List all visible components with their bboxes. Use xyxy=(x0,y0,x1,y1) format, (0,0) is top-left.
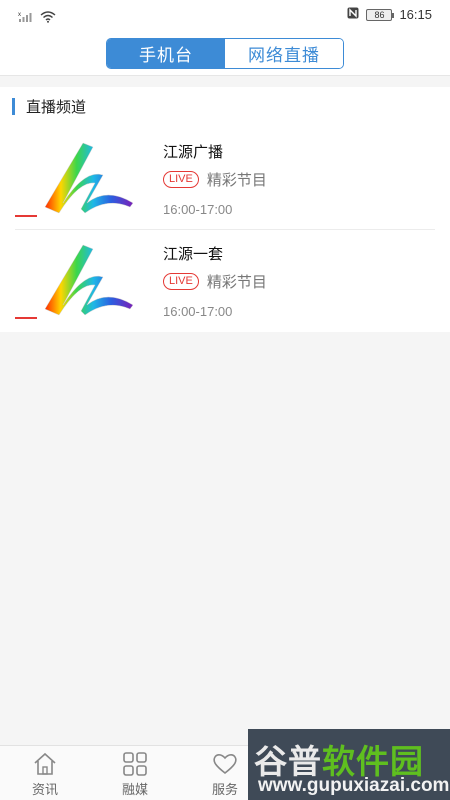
nav-label: 融媒 xyxy=(121,783,148,798)
channel-program: 精彩节目 xyxy=(206,171,267,189)
live-badge: LIVE xyxy=(163,171,199,188)
live-channel-list: 直播频道 江源广播 LIVE 精彩节目 16:00-17:00 江源一套 LIV… xyxy=(0,87,450,332)
grid-icon xyxy=(122,752,148,776)
watermark: 谷普软件园 www.gupuxiazai.com xyxy=(248,729,450,800)
section-accent-bar xyxy=(12,97,15,115)
live-badge: LIVE xyxy=(163,273,199,290)
signal-icon: x xyxy=(18,8,34,27)
battery-icon: 86 xyxy=(366,8,395,21)
nav-item-news[interactable]: 资讯 xyxy=(15,752,75,798)
tab-mobile-station[interactable]: 手机台 xyxy=(107,39,225,68)
channel-program: 精彩节目 xyxy=(206,273,267,291)
nav-item-service[interactable]: 服务 xyxy=(195,752,255,798)
channel-time: 16:00-17:00 xyxy=(163,304,233,319)
channel-title: 江源广播 xyxy=(163,143,224,161)
nav-label: 资讯 xyxy=(31,783,58,798)
section-title: 直播频道 xyxy=(26,97,87,116)
status-time: 16:15 xyxy=(399,7,432,22)
channel-live-row: LIVE 精彩节目 xyxy=(163,169,267,190)
channel-logo xyxy=(15,244,134,319)
tab-online-live[interactable]: 网络直播 xyxy=(225,39,343,68)
svg-text:x: x xyxy=(18,12,21,18)
nav-item-media[interactable]: 融媒 xyxy=(105,752,165,798)
heart-icon xyxy=(212,752,238,776)
home-icon xyxy=(32,752,58,776)
section-header: 直播频道 xyxy=(12,96,86,116)
channel-title: 江源一套 xyxy=(163,245,224,263)
watermark-url: www.gupuxiazai.com xyxy=(258,775,450,796)
channel-item[interactable]: 江源一套 LIVE 精彩节目 16:00-17:00 xyxy=(0,231,450,332)
channel-live-row: LIVE 精彩节目 xyxy=(163,271,267,292)
channel-item[interactable]: 江源广播 LIVE 精彩节目 16:00-17:00 xyxy=(0,129,450,230)
status-bar: x 86 16:15 xyxy=(0,0,450,30)
list-divider xyxy=(15,229,435,230)
status-left: x xyxy=(18,8,56,27)
channel-time: 16:00-17:00 xyxy=(163,202,233,217)
nfc-icon xyxy=(347,7,359,22)
wifi-icon xyxy=(40,8,56,27)
nav-label: 服务 xyxy=(211,783,238,798)
header: 手机台 网络直播 xyxy=(0,30,450,76)
channel-logo xyxy=(15,142,134,217)
status-right: 86 16:15 xyxy=(347,7,432,22)
channel-tab-switcher: 手机台 网络直播 xyxy=(106,38,344,69)
